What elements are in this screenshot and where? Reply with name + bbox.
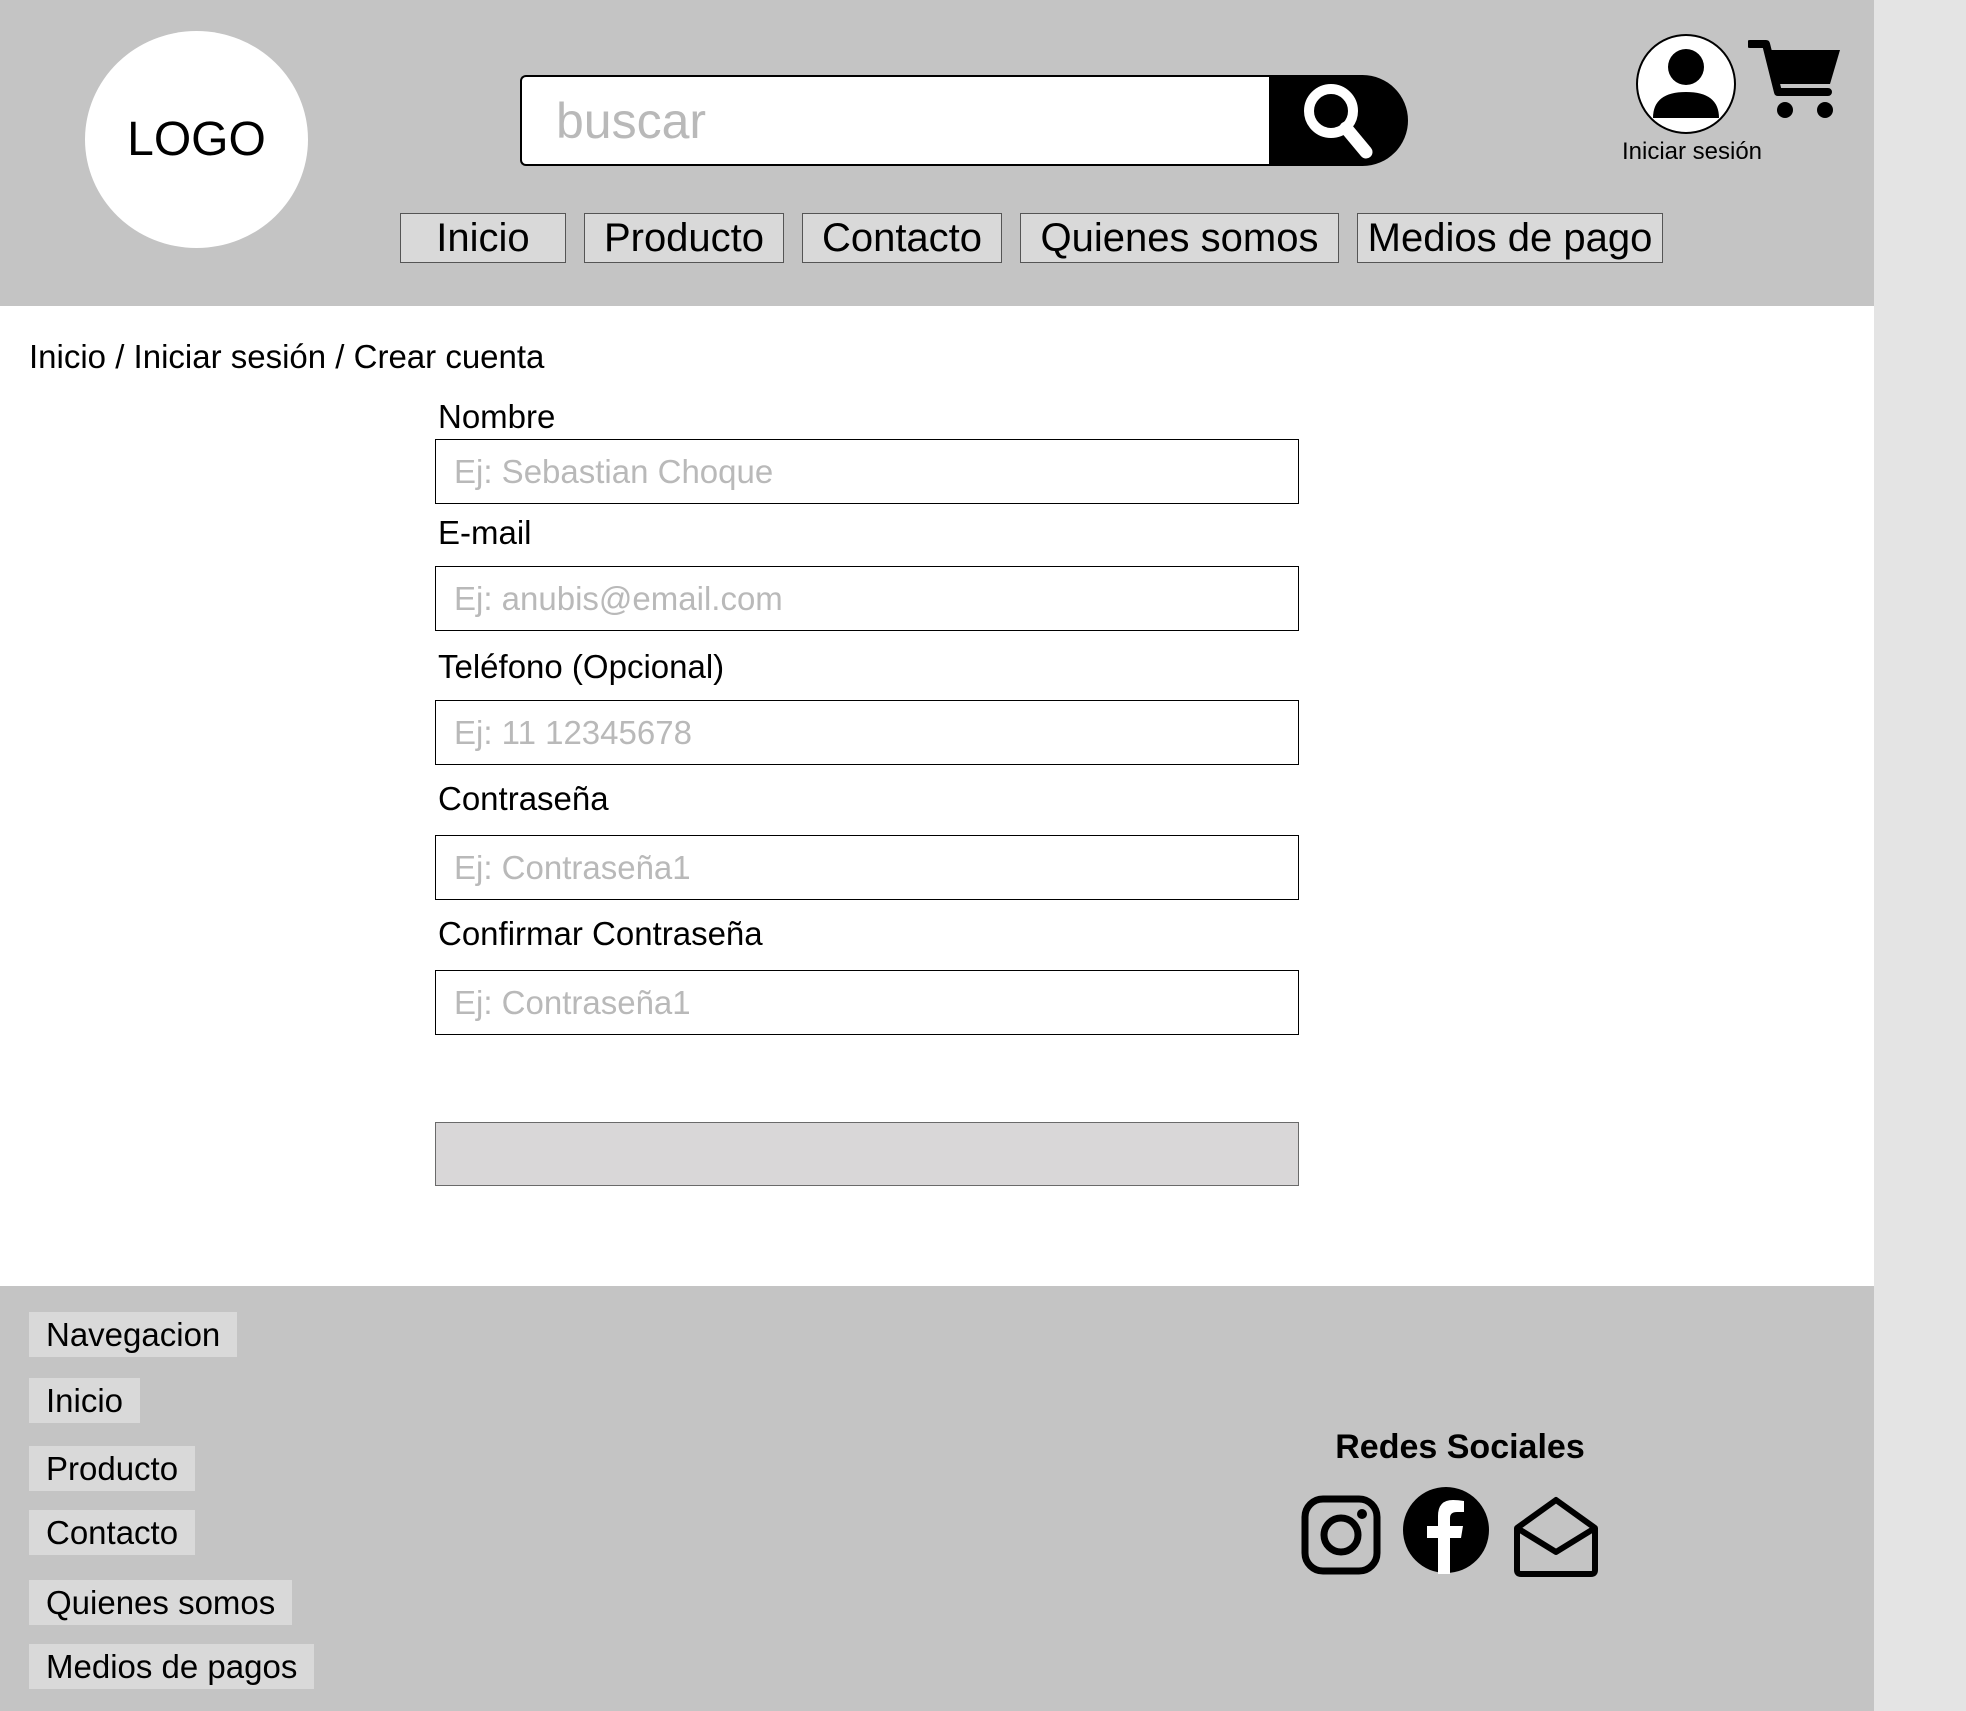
nav-label: Quienes somos — [1040, 215, 1319, 260]
footer-link-contacto[interactable]: Contacto — [29, 1510, 196, 1555]
breadcrumb: Inicio / Iniciar sesión / Crear cuenta — [29, 338, 545, 375]
user-icon — [1653, 49, 1719, 118]
name-label: Nombre — [438, 398, 556, 435]
page: LOGO Iniciar sesión — [0, 0, 1874, 1711]
search-button[interactable] — [1269, 75, 1408, 166]
nav-label: Producto — [603, 215, 765, 260]
avatar — [1636, 34, 1736, 134]
instagram-icon — [1301, 1495, 1381, 1575]
nav-label: Contacto — [821, 215, 983, 260]
logo-text: LOGO — [127, 113, 266, 166]
nav-quienes-somos[interactable]: Quienes somos — [1020, 213, 1339, 263]
password-label: Contraseña — [438, 780, 609, 817]
nav-contacto[interactable]: Contacto — [802, 213, 1002, 263]
phone-label: Teléfono (Opcional) — [438, 648, 725, 685]
nav-label: Inicio — [436, 215, 530, 260]
create-account-button[interactable] — [435, 1122, 1299, 1186]
site-footer: Navegacion Inicio Producto Contacto Quie… — [0, 1286, 1874, 1711]
logo[interactable]: LOGO — [85, 31, 308, 248]
login-label: Iniciar sesión — [1621, 138, 1763, 165]
footer-link-quienes-somos[interactable]: Quienes somos — [29, 1580, 293, 1625]
password-field[interactable] — [435, 835, 1299, 900]
email-field[interactable] — [435, 566, 1299, 631]
nav-medios-de-pago[interactable]: Medios de pago — [1357, 213, 1663, 263]
nav-producto[interactable]: Producto — [584, 213, 784, 263]
confirm-password-label: Confirmar Contraseña — [438, 915, 763, 952]
search-input[interactable] — [520, 75, 1271, 166]
name-field[interactable] — [435, 439, 1299, 504]
search-icon — [1303, 83, 1372, 158]
facebook-link[interactable] — [1402, 1486, 1490, 1579]
cart-icon — [1746, 40, 1840, 118]
search-bar — [520, 75, 1408, 166]
social-title: Redes Sociales — [1335, 1428, 1585, 1466]
instagram-link[interactable] — [1300, 1494, 1382, 1581]
footer-link-medios-de-pagos[interactable]: Medios de pagos — [29, 1644, 315, 1689]
cart-button[interactable] — [1746, 38, 1844, 124]
site-header: LOGO Iniciar sesión — [0, 0, 1874, 306]
phone-field[interactable] — [435, 700, 1299, 765]
email-icon — [1514, 1497, 1598, 1577]
confirm-password-field[interactable] — [435, 970, 1299, 1035]
email-label: E-mail — [438, 514, 532, 551]
footer-nav-title: Navegacion — [29, 1312, 238, 1357]
nav-inicio[interactable]: Inicio — [400, 213, 566, 263]
email-link[interactable] — [1512, 1494, 1600, 1583]
footer-link-inicio[interactable]: Inicio — [29, 1378, 141, 1423]
facebook-icon — [1403, 1487, 1489, 1574]
nav-label: Medios de pago — [1367, 215, 1653, 260]
footer-link-producto[interactable]: Producto — [29, 1446, 196, 1491]
